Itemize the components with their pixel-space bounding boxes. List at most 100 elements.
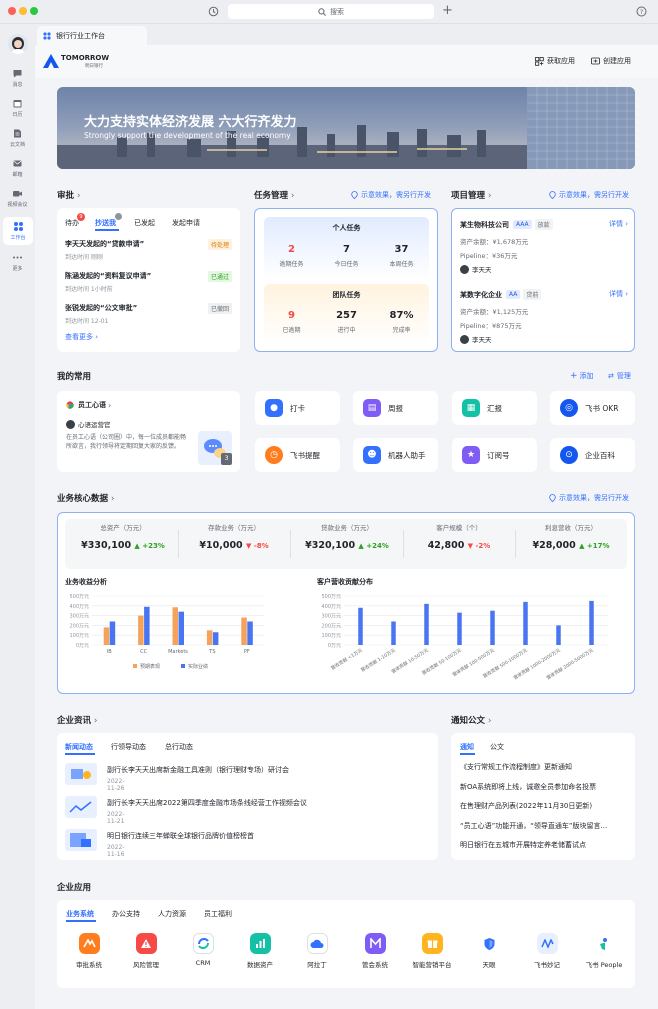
notice-item[interactable]: 《支行常规工作流程制度》更新通知 bbox=[460, 762, 572, 772]
app-minutes[interactable]: 飞书妙记 bbox=[522, 933, 572, 969]
help-icon[interactable]: ? bbox=[636, 6, 647, 17]
notice-item[interactable]: “员工心语”功能开通，“领导直通车”版块留言... bbox=[460, 821, 607, 831]
kpi-total-assets[interactable]: 总资产（万元） ¥330,100 ▲ +23% bbox=[73, 522, 173, 551]
tab-workplace[interactable]: 银行行业工作台 bbox=[37, 26, 147, 45]
sidebar-item-video[interactable]: 视频会议 bbox=[0, 188, 35, 208]
task-title[interactable]: 任务管理 › bbox=[254, 189, 294, 201]
notice-item[interactable]: 在售理财产品列表(2022年11月30日更新) bbox=[460, 801, 592, 811]
app-data-assets[interactable]: 数据资产 bbox=[235, 933, 285, 969]
sidebar-item-workplace[interactable]: 工作台 bbox=[3, 217, 33, 245]
project-title[interactable]: 项目管理 › bbox=[451, 189, 491, 201]
team-task-panel[interactable]: 团队任务 9 已逾期 257 进行中 87% 完成率 bbox=[264, 284, 429, 344]
banner[interactable]: 大力支持实体经济发展 六大行齐发力 Strongly support the d… bbox=[57, 87, 635, 169]
tab-cc-me[interactable]: 抄送我 bbox=[95, 218, 116, 228]
approval-title[interactable]: 审批 › bbox=[57, 189, 80, 201]
app-smart-marketing[interactable]: 智能营销平台 bbox=[407, 933, 457, 969]
okr-icon: ◎ bbox=[560, 399, 578, 417]
banner-subtitle: Strongly support the development of the … bbox=[84, 131, 291, 140]
news-item-date: 2022-11-21 bbox=[107, 811, 125, 825]
fav-subscription[interactable]: ★ 订阅号 bbox=[452, 438, 537, 472]
legend-swatch bbox=[181, 664, 185, 668]
app-approval-system[interactable]: 审批系统 bbox=[64, 933, 114, 969]
notice-item[interactable]: 明日银行在五城市开展特定养老储蓄试点 bbox=[460, 840, 586, 850]
core-data-title[interactable]: 业务核心数据 › bbox=[57, 492, 114, 504]
tab-news[interactable]: 新闻动态 bbox=[65, 742, 93, 752]
x-tick-label: Markets bbox=[168, 649, 188, 655]
project-item[interactable]: 某生物科技公司 AAA 放款 详情 › 资产余额：¥1,678万元 Pipeli… bbox=[460, 219, 628, 274]
project-detail-link[interactable]: 详情 › bbox=[609, 219, 628, 229]
view-more-link[interactable]: 查看更多 › bbox=[65, 332, 98, 342]
approval-item[interactable]: 陈涵发起的“资料复议申请” 到达时间 1小时前 已通过 bbox=[65, 271, 232, 293]
add-favorite-button[interactable]: + 添加 bbox=[570, 371, 594, 381]
app-people[interactable]: 飞书 People bbox=[579, 933, 629, 969]
fav-label: 周报 bbox=[388, 403, 403, 413]
maximize-window-button[interactable] bbox=[30, 7, 38, 15]
news-title[interactable]: 企业资讯 › bbox=[57, 714, 97, 726]
notice-title[interactable]: 通知公文 › bbox=[451, 714, 491, 726]
sidebar-item-docs[interactable]: 云文档 bbox=[0, 128, 35, 148]
legend-label: 实际业绩 bbox=[188, 663, 208, 670]
tab-hr[interactable]: 人力资源 bbox=[158, 909, 186, 919]
fav-okr[interactable]: ◎ 飞书 OKR bbox=[550, 391, 635, 425]
app-risk-management[interactable]: 风险管理 bbox=[121, 933, 171, 969]
tab-hq-news[interactable]: 总行动态 bbox=[165, 742, 193, 752]
tab-new-request[interactable]: 发起申请 bbox=[172, 218, 200, 228]
tab-notice[interactable]: 通知 bbox=[460, 742, 474, 752]
minimize-window-button[interactable] bbox=[19, 7, 27, 15]
project-owner: 李天天 bbox=[472, 336, 492, 344]
sidebar-item-more[interactable]: 更多 bbox=[0, 252, 35, 272]
tab-office-support[interactable]: 办公支持 bbox=[112, 909, 140, 919]
search-input[interactable]: 搜索 bbox=[228, 4, 434, 19]
x-tick-label: 营收贡献 1-10万元 bbox=[359, 647, 397, 674]
app-label: 智能营销平台 bbox=[412, 961, 452, 969]
new-tab-button[interactable]: + bbox=[442, 3, 453, 18]
sidebar-item-message[interactable]: 消息 bbox=[0, 68, 35, 88]
clock-icon: ◷ bbox=[265, 446, 283, 464]
fav-reminder[interactable]: ◷ 飞书提醒 bbox=[255, 438, 340, 472]
x-tick-label: 营收贡献 <1万元 bbox=[329, 647, 363, 672]
tab-initiated[interactable]: 已发起 bbox=[134, 218, 155, 228]
history-icon[interactable] bbox=[208, 6, 219, 17]
logo-text: TOMORROW bbox=[61, 54, 110, 62]
approval-item[interactable]: 张锐发起的“公文审批” 到达时间 12-01 已撤回 bbox=[65, 303, 232, 325]
favorites-title: 我的常用 bbox=[57, 372, 92, 382]
tab-leader-news[interactable]: 行领导动态 bbox=[111, 742, 146, 752]
fav-robot[interactable]: ☻ 机器人助手 bbox=[353, 438, 438, 472]
app-crm[interactable]: CRM bbox=[178, 933, 228, 967]
project-item[interactable]: 某数字化企业 AA 贷前 详情 › 资产余额：¥1,125万元 Pipeline… bbox=[460, 289, 628, 344]
fav-wiki[interactable]: ⊙ 企业百科 bbox=[550, 438, 635, 472]
employee-voice-card[interactable]: 员工心语 › 心语运营官 在员工心语（公司圈）中，每一位成员都能畅所欲言，我行领… bbox=[57, 391, 240, 472]
create-app-button[interactable]: 创建应用 bbox=[591, 56, 631, 66]
kpi-customers[interactable]: 客户规模（个） 42,800 ▼ -2% bbox=[409, 522, 509, 551]
tab-official-docs[interactable]: 公文 bbox=[490, 742, 504, 752]
kpi-change: ▲ +24% bbox=[358, 542, 389, 550]
kpi-loans[interactable]: 贷款业务（万元） ¥320,100 ▲ +24% bbox=[297, 522, 397, 551]
app-tianyan[interactable]: 天眼 bbox=[464, 933, 514, 969]
project-detail-link[interactable]: 详情 › bbox=[609, 289, 628, 299]
fav-report[interactable]: ▦ 汇报 bbox=[452, 391, 537, 425]
fav-weekly-report[interactable]: ▤ 周报 bbox=[353, 391, 438, 425]
create-app-label: 创建应用 bbox=[603, 57, 631, 65]
tab-label: 银行行业工作台 bbox=[56, 31, 105, 40]
location-pin-icon bbox=[549, 191, 556, 199]
app-aladdin[interactable]: 阿拉丁 bbox=[292, 933, 342, 969]
app-management-accounting[interactable]: 管会系统 bbox=[350, 933, 400, 969]
legend-label: 预期表现 bbox=[140, 663, 160, 670]
sidebar-item-calendar[interactable]: 日历 bbox=[0, 98, 35, 118]
sidebar-item-mail[interactable]: 邮箱 bbox=[0, 158, 35, 178]
fav-checkin[interactable]: ● 打卡 bbox=[255, 391, 340, 425]
close-window-button[interactable] bbox=[8, 7, 16, 15]
kpi-deposits[interactable]: 存款业务（万元） ¥10,000 ▼ -8% bbox=[184, 522, 284, 551]
employee-voice-title: 员工心语 bbox=[78, 401, 106, 409]
get-apps-button[interactable]: 获取应用 bbox=[535, 56, 575, 66]
project-pipeline: Pipeline：¥36万元 bbox=[460, 252, 518, 260]
notice-item[interactable]: 新OA系统即将上线，诚邀全员参加命名投票 bbox=[460, 782, 596, 792]
personal-task-panel[interactable]: 个人任务 2 逾期任务 7 今日任务 37 本周任务 bbox=[264, 217, 429, 280]
tab-benefits[interactable]: 员工福利 bbox=[204, 909, 232, 919]
kpi-interest[interactable]: 利息营收（万元） ¥28,000 ▲ +17% bbox=[521, 522, 621, 551]
tab-business-systems[interactable]: 业务系统 bbox=[66, 909, 94, 919]
manage-favorites-button[interactable]: ⇄ 管理 bbox=[608, 371, 631, 381]
avatar[interactable] bbox=[8, 34, 28, 54]
approval-item[interactable]: 李天天发起的“贷款申请” 到达时间 刚刚 待处理 bbox=[65, 239, 232, 261]
x-tick-label: IB bbox=[107, 649, 112, 655]
